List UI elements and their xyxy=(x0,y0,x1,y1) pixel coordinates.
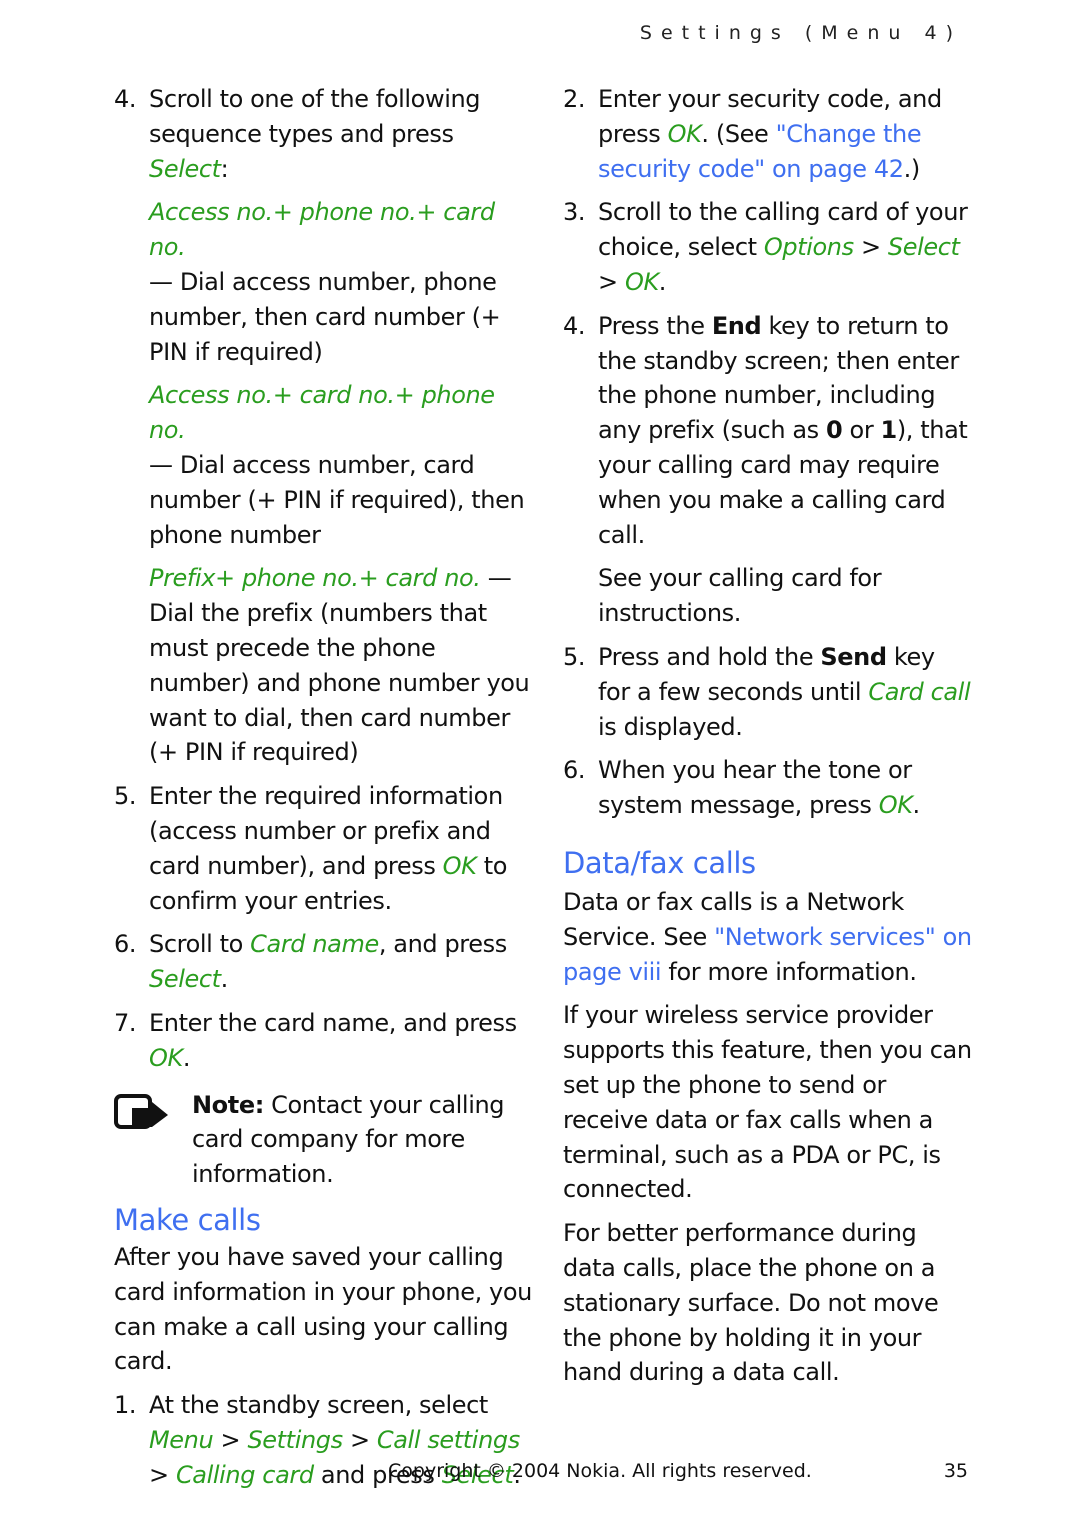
step-4-extra: See your calling card for instructions. xyxy=(598,564,882,628)
data-fax-p2: If your wireless service provider suppor… xyxy=(563,1001,972,1204)
step-7-enter-card-name: 7. Enter the card name, and press OK. xyxy=(114,1008,517,1072)
data-fax-p1: Data or fax calls is a Network Service. … xyxy=(563,887,972,986)
data-fax-p3: For better performance during data calls… xyxy=(563,1219,939,1387)
heading-data-fax-calls: Data/fax calls xyxy=(563,845,756,880)
note-label: Note: xyxy=(192,1090,264,1119)
page-number: 35 xyxy=(943,1460,968,1482)
step-number: 4. xyxy=(114,85,137,113)
step-4-sequence-types: 4. Scroll to one of the following sequen… xyxy=(114,82,534,770)
option-desc: — Dial the prefix (numbers that must pre… xyxy=(149,564,530,767)
option-item: Access no.+ phone no.+ card no. — Dial a… xyxy=(149,195,534,369)
ui-term-ok: OK xyxy=(878,791,913,820)
ui-term-options: Options xyxy=(763,233,854,262)
note-box: Note: Contact your calling card company … xyxy=(114,1088,534,1192)
option-item: Prefix+ phone no.+ card no. — Dial the p… xyxy=(149,561,534,770)
step-6-card-name: 6. Scroll to Card name, and press Select… xyxy=(114,930,507,994)
ui-term-menu: Menu xyxy=(149,1425,214,1454)
ui-term-select: Select xyxy=(887,233,960,262)
heading-make-calls: Make calls xyxy=(114,1202,261,1237)
ui-term-settings: Settings xyxy=(247,1425,343,1454)
option-name: Access no.+ card no.+ phone no. xyxy=(149,381,495,445)
step-3-select-card: 3. Scroll to the calling card of your ch… xyxy=(563,198,968,296)
note-icon xyxy=(114,1088,192,1192)
right-column: 2. Enter your security code, and press O… xyxy=(563,82,973,1399)
ui-term-card-call: Card call xyxy=(868,677,971,706)
option-name: Access no.+ phone no.+ card no. xyxy=(149,198,495,262)
option-desc: — Dial access number, phone number, then… xyxy=(149,267,501,366)
ui-term-select: Select xyxy=(149,154,221,183)
make-calls-intro: After you have saved your calling card i… xyxy=(114,1242,532,1376)
key-end: End xyxy=(711,311,762,340)
ui-term-calling-card: Calling card xyxy=(175,1460,314,1489)
ui-term-ok: OK xyxy=(624,267,659,296)
ui-term-ok: OK xyxy=(667,119,702,148)
copyright: Copyright © 2004 Nokia. All rights reser… xyxy=(388,1460,812,1482)
step-5-enter-info: 5. Enter the required information (acces… xyxy=(114,782,508,915)
ui-term-ok: OK xyxy=(149,1043,183,1072)
option-desc: — Dial access number, card number (+ PIN… xyxy=(149,450,525,549)
ui-term-card-name: Card name xyxy=(250,930,379,959)
key-send: Send xyxy=(820,642,887,671)
running-head: Settings (Menu 4) xyxy=(639,22,962,44)
step-6-tone: 6. When you hear the tone or system mess… xyxy=(563,756,920,820)
ui-term-ok: OK xyxy=(442,851,477,880)
option-name: Prefix+ phone no.+ card no. xyxy=(149,564,481,593)
left-column: 4. Scroll to one of the following sequen… xyxy=(114,82,534,1501)
option-item: Access no.+ card no.+ phone no. — Dial a… xyxy=(149,378,534,552)
step-4-end-key: 4. Press the End key to return to the st… xyxy=(563,309,973,631)
ui-term-call-settings: Call settings xyxy=(376,1425,520,1454)
ui-term-select: Select xyxy=(149,965,221,994)
step-5-send-key: 5. Press and hold the Send key for a few… xyxy=(563,642,971,741)
step-2-security-code: 2. Enter your security code, and press O… xyxy=(563,85,942,183)
